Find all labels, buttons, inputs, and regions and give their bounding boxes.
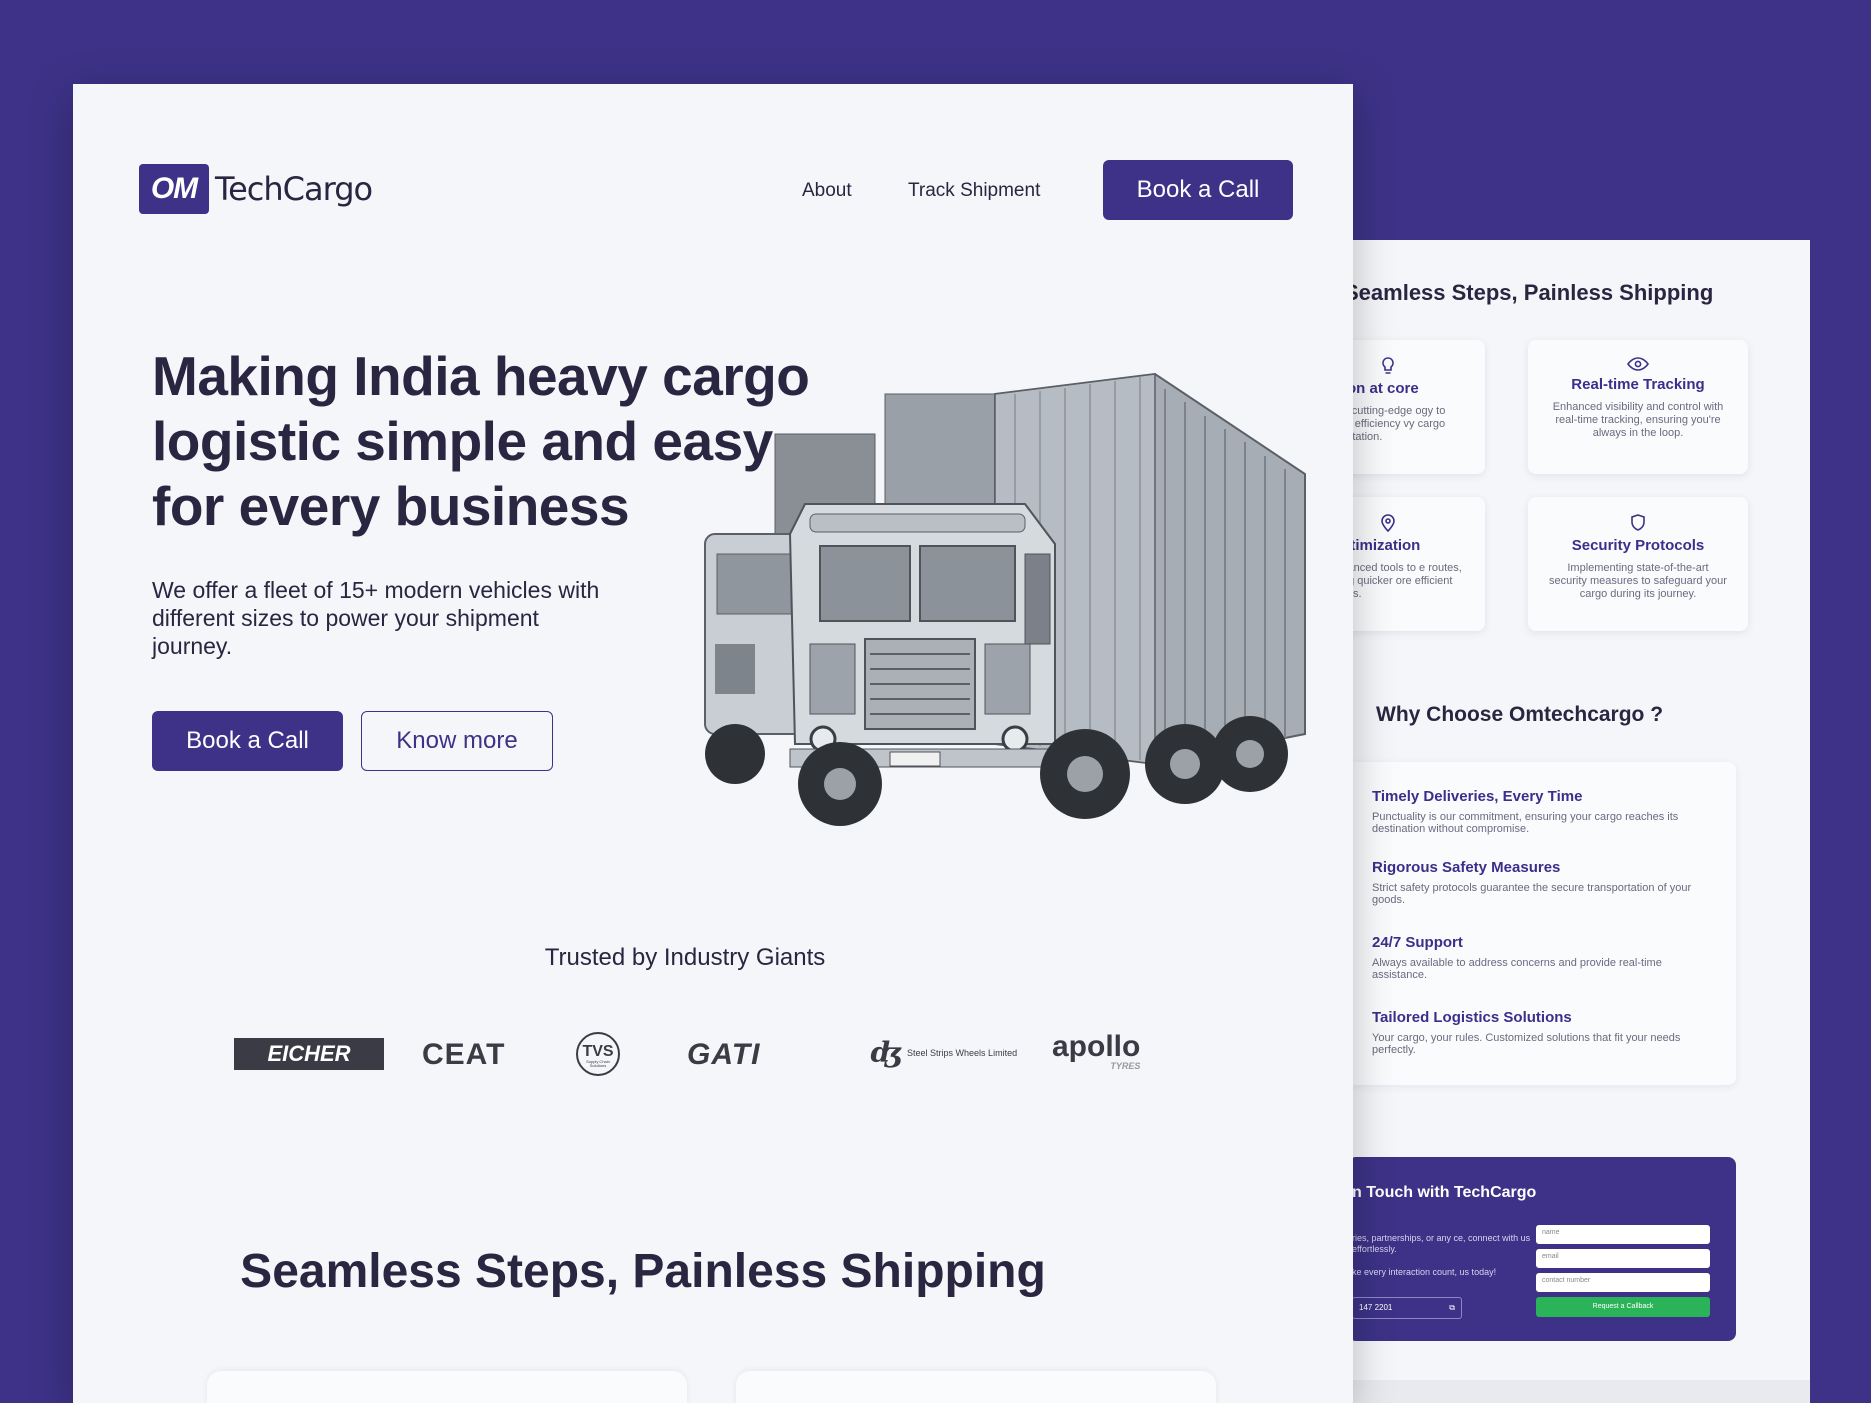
why-item-title: Rigorous Safety Measures: [1372, 859, 1561, 876]
tvs-logo: TVS Supply Chain Solutions: [576, 1032, 620, 1076]
list-item: Rigorous Safety Measures Strict safety p…: [1348, 859, 1712, 906]
step-card: [736, 1371, 1216, 1403]
trusted-heading: Trusted by Industry Giants: [544, 944, 826, 971]
hero-subtitle: We offer a fleet of 15+ modern vehicles …: [152, 577, 600, 659]
list-item: 24/7 Support Always available to address…: [1348, 934, 1712, 981]
section-heading: Seamless Steps, Painless Shipping: [73, 1244, 1353, 1299]
logo-mark: OM: [139, 164, 209, 214]
gati-logo: GATI: [687, 1038, 761, 1071]
why-item-title: Timely Deliveries, Every Time: [1372, 788, 1583, 805]
steel-strips-logo: ʤ Steel Strips Wheels Limited: [870, 1036, 1017, 1069]
logo-text: TechCargo: [215, 170, 373, 208]
main-page: OM TechCargo About Track Shipment Book a…: [73, 84, 1353, 1403]
nav-about[interactable]: About: [802, 180, 852, 202]
lightbulb-icon: [1382, 357, 1394, 374]
feature-card-security: Security Protocols Implementing state-of…: [1528, 497, 1748, 631]
list-item: Tailored Logistics Solutions Your cargo,…: [1348, 1009, 1712, 1056]
feature-title: Real-time Tracking: [1571, 376, 1705, 393]
copy-icon: ⧉: [1449, 1303, 1455, 1312]
why-item-title: Tailored Logistics Solutions: [1372, 1009, 1572, 1026]
apollo-logo: apollo TYRES: [1052, 1032, 1140, 1071]
contact-desc: ries, partnerships, or any ce, connect w…: [1352, 1233, 1531, 1254]
phone-number: 147 2201: [1359, 1303, 1393, 1312]
feature-desc: Enhanced visibility and control with rea…: [1552, 401, 1724, 439]
tvs-subtext: Supply Chain Solutions: [586, 1059, 610, 1068]
nav-track-shipment[interactable]: Track Shipment: [908, 180, 1040, 202]
tvs-text: TVS: [582, 1043, 614, 1060]
request-callback-button[interactable]: Request a Callback: [1536, 1297, 1710, 1317]
why-choose-heading: Why Choose Omtechcargo ?: [1376, 703, 1664, 726]
name-field[interactable]: name: [1536, 1225, 1710, 1244]
steel-strips-text: Steel Strips Wheels Limited: [907, 1047, 1018, 1058]
why-item-desc: Punctuality is our commitment, ensuring …: [1372, 811, 1679, 835]
feature-card-tracking: Real-time Tracking Enhanced visibility a…: [1528, 340, 1748, 474]
secondary-page-preview: Seamless Steps, Painless Shipping ovatio…: [1320, 240, 1810, 1403]
email-field[interactable]: email: [1536, 1249, 1710, 1268]
why-item-title: 24/7 Support: [1372, 934, 1463, 951]
hero-book-call-button[interactable]: Book a Call: [152, 711, 343, 771]
apollo-text: apollo: [1052, 1030, 1141, 1063]
seamless-heading-text: Seamless Steps, Painless Shipping: [240, 1245, 1046, 1298]
tvs-emblem: TVS Supply Chain Solutions: [576, 1032, 620, 1076]
list-item: Timely Deliveries, Every Time Punctualit…: [1348, 788, 1712, 835]
why-choose-list: Timely Deliveries, Every Time Punctualit…: [1348, 762, 1736, 1085]
header-book-call-button[interactable]: Book a Call: [1103, 160, 1293, 220]
contact-number-field[interactable]: contact number: [1536, 1273, 1710, 1292]
shield-icon: [1631, 514, 1645, 531]
why-item-desc: Strict safety protocols guarantee the se…: [1372, 882, 1692, 906]
why-item-desc: Always available to address concerns and…: [1372, 957, 1662, 981]
why-item-desc: Your cargo, your rules. Customized solut…: [1372, 1032, 1681, 1056]
cargo-truck-image: [704, 372, 1306, 826]
contact-panel: n Touch with TechCargo ries, partnership…: [1348, 1157, 1736, 1341]
apollo-subtext: TYRES: [1110, 1061, 1141, 1071]
contact-desc-2: ke every interaction count, us today!: [1352, 1267, 1497, 1277]
steel-strips-emblem: ʤ: [870, 1036, 904, 1069]
contact-phone[interactable]: 147 2201 ⧉: [1352, 1297, 1462, 1319]
map-pin-icon: [1381, 514, 1395, 533]
step-card: [207, 1371, 687, 1403]
logo[interactable]: OM TechCargo: [139, 164, 373, 214]
feature-title: Security Protocols: [1571, 537, 1705, 554]
steps-heading: Seamless Steps, Painless Shipping: [1344, 280, 1714, 305]
eicher-logo-text: EICHER: [234, 1038, 384, 1070]
next-section-edge: [1320, 1380, 1810, 1403]
ceat-logo: CEAT: [422, 1038, 506, 1071]
feature-desc: Implementing state-of-the-art security m…: [1549, 562, 1727, 600]
know-more-button[interactable]: Know more: [361, 711, 553, 771]
eicher-logo: EICHER: [234, 1038, 384, 1070]
contact-title: n Touch with TechCargo: [1352, 1184, 1537, 1201]
eye-icon: [1627, 357, 1649, 371]
